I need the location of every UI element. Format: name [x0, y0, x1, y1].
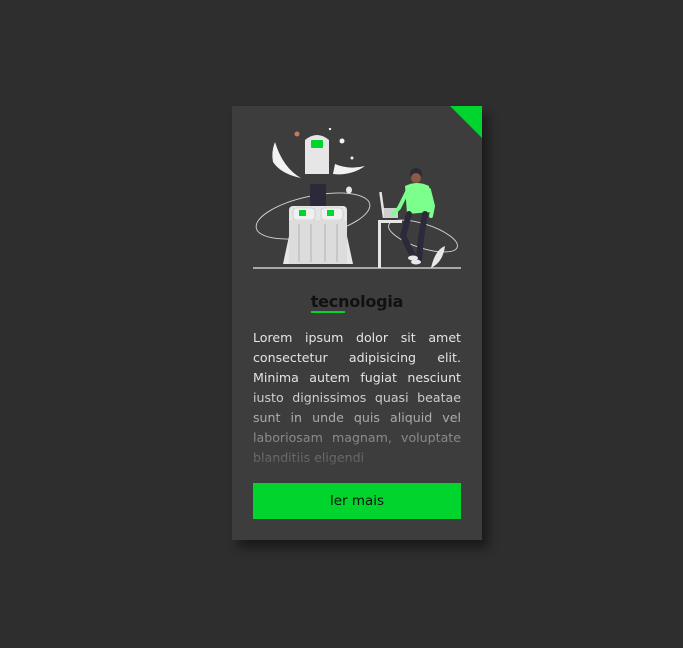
card-description: Lorem ipsum dolor sit amet consectetur a… [253, 330, 461, 465]
card-title-text: tecnologia [310, 292, 404, 311]
content-card: tecnologia Lorem ipsum dolor sit amet co… [232, 106, 482, 540]
title-underline [310, 311, 345, 313]
card-title: tecnologia [232, 292, 482, 313]
read-more-button[interactable]: ler mais [253, 483, 461, 519]
technology-illustration [253, 128, 461, 269]
